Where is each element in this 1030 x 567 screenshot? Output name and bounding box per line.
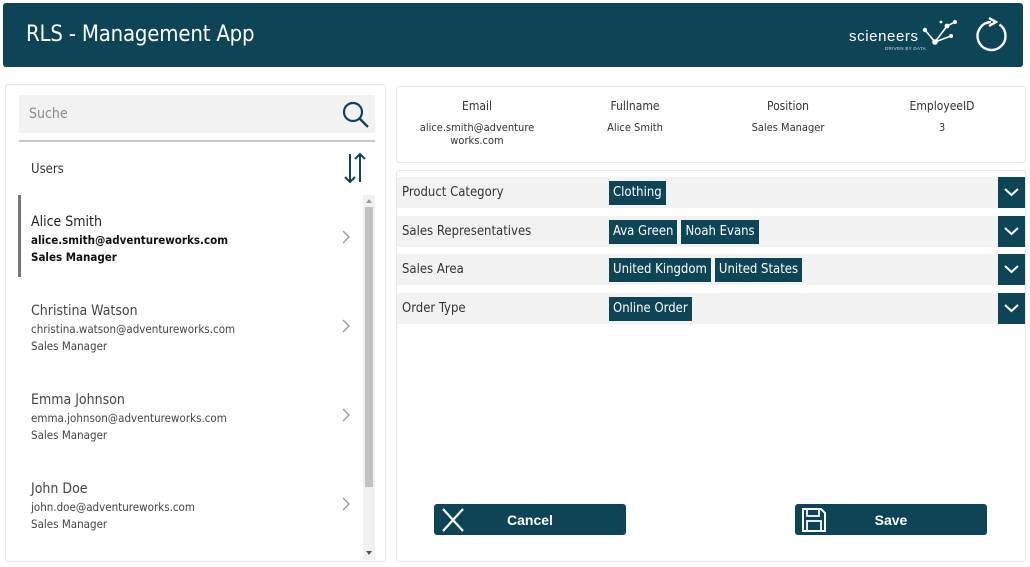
employee-id-header: EmployeeID [909,99,975,113]
selected-values: Ava Green Noah Evans [609,220,763,244]
user-list-panel: Users Alice Smith alice.smith@adventurew… [5,84,386,562]
selected-values: Clothing [609,181,670,205]
search-box [19,95,375,133]
filter-chip[interactable]: Noah Evans [681,220,759,244]
user-name: Alice Smith [31,214,102,230]
user-email: emma.johnson@adventureworks.com [31,411,227,425]
fullname-column: Fullname Alice Smith [585,99,685,134]
filter-row-order-type: Order Type Online Order [397,293,1025,324]
email-header: Email [462,99,492,113]
email-value-line2: works.com [450,134,504,147]
filter-row-sales-representatives: Sales Representatives Ava Green Noah Evan… [397,216,1025,247]
user-list-item-christina-watson[interactable]: Christina Watson christina.watson@advent… [18,284,362,373]
chevron-down-icon [1004,265,1019,274]
user-email: john.doe@adventureworks.com [31,500,195,514]
chevron-right-icon [342,230,350,244]
sort-icon[interactable] [342,151,368,185]
order-type-dropdown-button[interactable] [998,293,1025,324]
chevron-right-icon [342,497,350,511]
search-input[interactable] [29,103,329,125]
filter-chip[interactable]: Clothing [609,181,666,205]
logo-text: scieneers [849,28,919,45]
filter-label: Sales Area [402,262,464,277]
user-email: christina.watson@adventureworks.com [31,322,236,336]
sales-representatives-dropdown-button[interactable] [998,216,1025,247]
filter-chip[interactable]: Online Order [609,297,692,321]
cancel-label: Cancel [507,512,553,528]
user-email: alice.smith@adventureworks.com [31,233,229,247]
product-category-dropdown-button[interactable] [998,177,1025,208]
chevron-right-icon [342,319,350,333]
user-name: Christina Watson [31,303,138,319]
sales-area-dropdown-button[interactable] [998,254,1025,285]
save-button[interactable]: Save [795,504,987,535]
email-value-line1: alice.smith@adventure [419,121,535,134]
position-header: Position [767,99,809,113]
fullname-value: Alice Smith [607,121,663,134]
user-position: Sales Manager [31,250,117,264]
selected-values: Online Order [609,297,696,321]
selected-values: United Kingdom United States [609,258,806,282]
chevron-down-icon [1004,188,1019,197]
user-list-item-john-doe[interactable]: John Doe john.doe@adventureworks.com Sal… [18,462,362,551]
chevron-down-icon [1004,304,1019,313]
logo-tagline: DRIVEN BY DATA [885,46,926,51]
filter-label: Product Category [402,185,504,200]
user-position: Sales Manager [31,428,108,442]
filter-label: Order Type [402,301,466,316]
employee-id-column: EmployeeID 3 [892,99,992,134]
filter-row-product-category: Product Category Clothing [397,177,1025,208]
users-heading: Users [31,162,64,177]
user-list-item-alice-smith[interactable]: Alice Smith alice.smith@adventureworks.c… [18,195,362,284]
user-name: John Doe [31,481,88,497]
scroll-up-arrow-icon[interactable] [365,197,373,205]
app-title: RLS - Management App [26,22,255,47]
filter-label: Sales Representatives [402,224,532,239]
fullname-header: Fullname [610,99,660,113]
user-list: Alice Smith alice.smith@adventureworks.c… [18,195,362,557]
user-position: Sales Manager [31,339,108,353]
position-column: Position Sales Manager [738,99,838,134]
position-value: Sales Manager [751,121,825,134]
selection-indicator [18,195,21,277]
chevron-right-icon [342,408,350,422]
cancel-button[interactable]: Cancel [434,504,626,535]
chevron-down-icon [1004,227,1019,236]
filter-chip[interactable]: Ava Green [609,220,678,244]
user-details-card: Email alice.smith@adventure works.com Fu… [396,86,1026,163]
search-icon[interactable] [341,100,371,130]
refresh-icon[interactable] [971,16,1011,56]
filter-chip[interactable]: United States [714,258,803,282]
scieneers-logo: scieneers DRIVEN BY DATA [849,18,959,58]
scroll-down-arrow-icon[interactable] [365,549,373,557]
filter-row-sales-area: Sales Area United Kingdom United States [397,254,1025,285]
employee-id-value: 3 [938,121,946,134]
user-name: Emma Johnson [31,392,125,408]
user-list-scrollbar[interactable] [363,195,375,560]
user-position: Sales Manager [31,517,108,531]
filter-chip[interactable]: United Kingdom [609,258,711,282]
email-column: Email alice.smith@adventure works.com [417,99,537,147]
save-label: Save [874,512,908,528]
search-divider [19,140,375,142]
email-value: alice.smith@adventure works.com [417,121,537,147]
scrollbar-thumb[interactable] [365,207,373,487]
user-list-item-emma-johnson[interactable]: Emma Johnson emma.johnson@adventureworks… [18,373,362,462]
app-header: RLS - Management App scieneers DRIVEN BY… [3,3,1023,67]
logo-network-icon [922,20,957,45]
